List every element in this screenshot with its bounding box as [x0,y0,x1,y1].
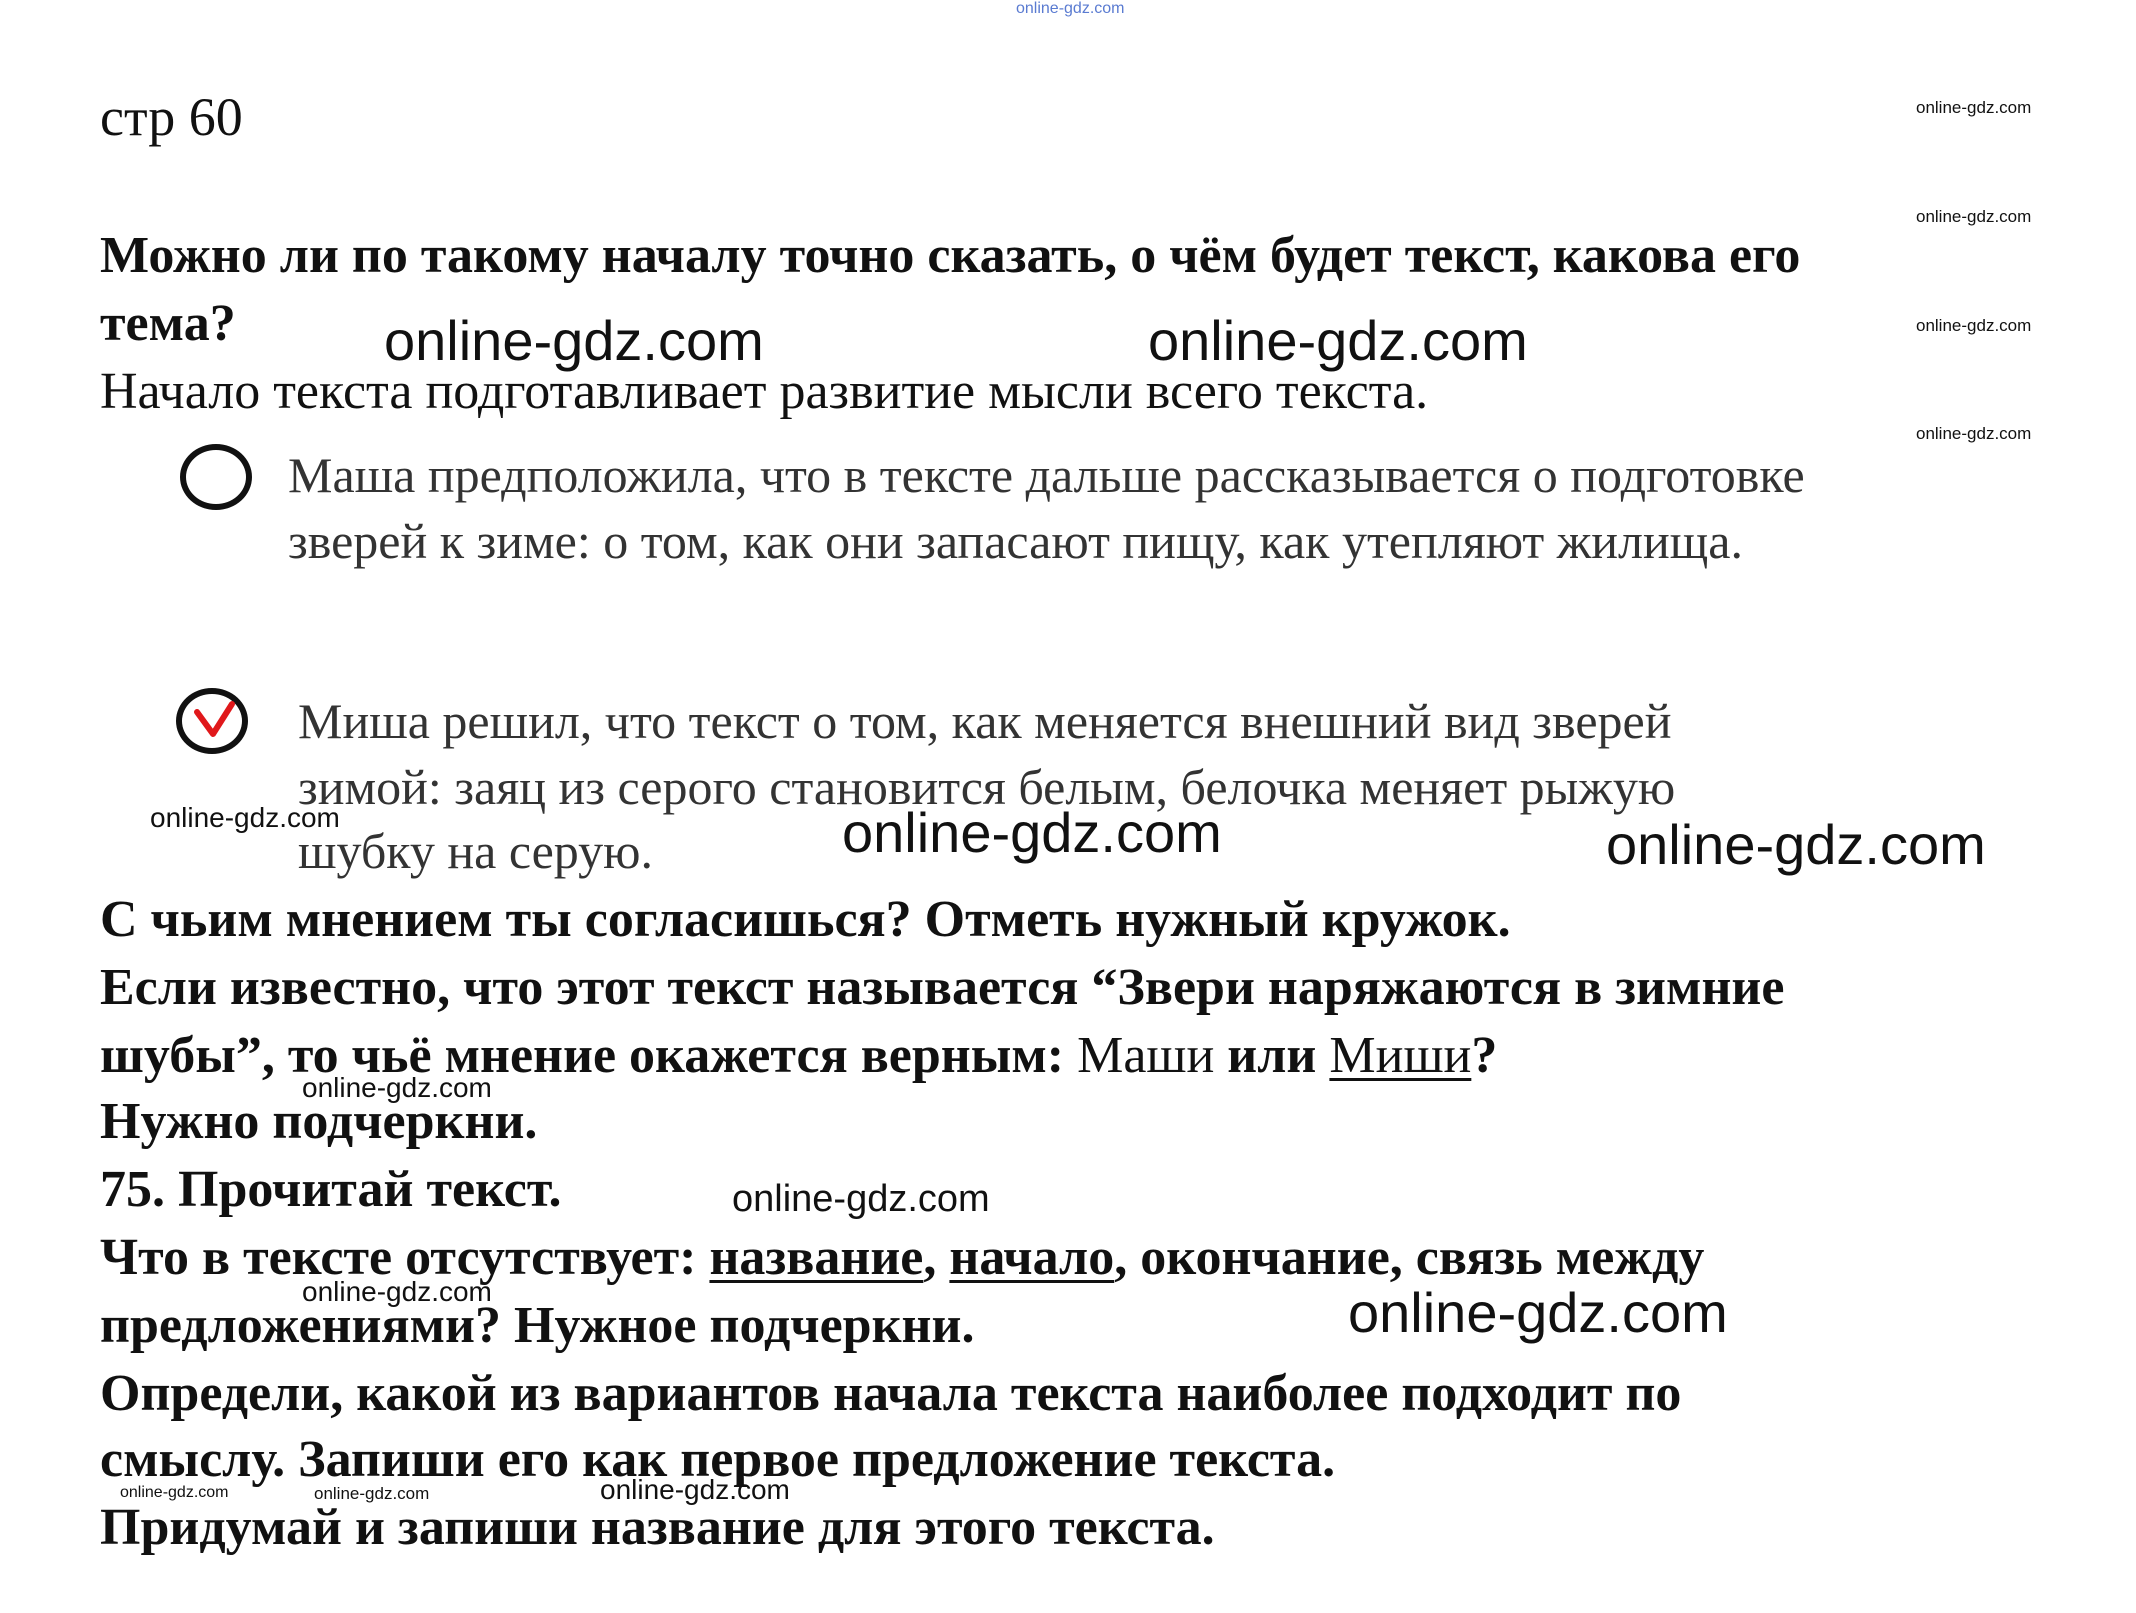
question-3-or: или [1227,1027,1317,1084]
option-masha-line-2: зверей к зиме: о том, как они запасают п… [288,513,1743,569]
watermark-small: online-gdz.com [1916,316,2032,335]
radio-masha[interactable] [180,444,252,510]
question-3-line-3: Нужно подчеркни. [100,1093,538,1150]
radio-misha-checked[interactable] [176,688,248,754]
checkmark-icon [194,701,235,737]
question-3-line-1: Если известно, что этот текст называется… [100,959,1785,1016]
option-masha-line-1: Маша предположила, что в тексте дальше р… [288,447,1805,503]
watermark-small: online-gdz.com [1916,424,2032,443]
watermark-large: online-gdz.com [1606,813,1986,876]
watermark-medium: online-gdz.com [150,802,340,833]
task-75-comma: , [923,1229,937,1286]
watermark-medium: online-gdz.com [732,1178,990,1220]
watermark-small: online-gdz.com [1916,98,2032,117]
question-3-text: шубы”, то чьё мнение окажется верным: [100,1027,1065,1084]
watermark-small: online-gdz.com [1916,207,2032,226]
task-75-title: 75. Прочитай текст. [100,1161,562,1218]
task-75-line-5: Придумай и запиши название для этого тек… [100,1499,1215,1556]
answer-beginning-underlined[interactable]: начало [949,1229,1114,1286]
question-1-line-2: тема? [100,295,236,352]
option-misha-line-3: шубку на серую. [298,823,654,879]
question-2: С чьим мнением ты согласишься? Отметь ну… [100,891,1511,948]
task-75-rest: , окончание, связь между [1114,1229,1705,1286]
watermark-large: online-gdz.com [1348,1281,1728,1344]
question-3-qmark: ? [1471,1027,1498,1084]
option-misha-line-1: Миша решил, что текст о том, как меняетс… [298,693,1672,749]
task-75-line-2: предложениями? Нужное подчеркни. [100,1297,975,1354]
answer-1: Начало текста подготавливает развитие мы… [100,363,1429,420]
answer-masha[interactable]: Маши [1077,1027,1214,1084]
page-label: стр 60 [100,87,243,147]
question-1-line-1: Можно ли по такому началу точно сказать,… [100,227,1801,284]
answer-title-underlined[interactable]: название [709,1229,923,1286]
answer-misha-underlined[interactable]: Миши [1329,1027,1471,1084]
task-75-line-3: Определи, какой из вариантов начала текс… [100,1365,1682,1422]
watermark-top: online-gdz.com [1016,0,1125,17]
watermark-large: online-gdz.com [842,801,1222,864]
